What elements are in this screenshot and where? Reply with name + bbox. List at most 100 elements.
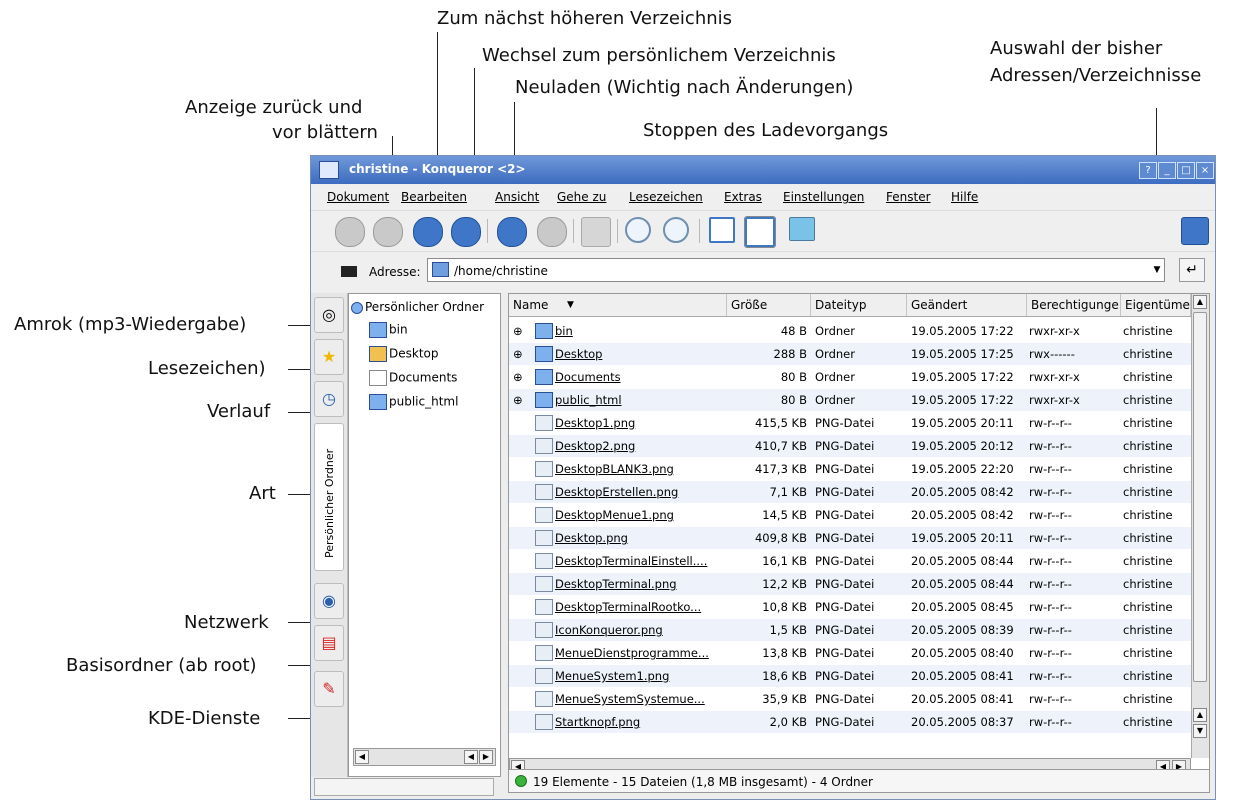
scroll-up-arrow[interactable]: ▲ [1193,708,1207,722]
file-name[interactable]: Desktop [555,347,725,361]
tree-root[interactable]: Persönlicher Ordner [351,300,484,314]
minimize-button[interactable]: _ [1158,162,1176,179]
home-folder-tab[interactable]: Persönlicher Ordner [314,423,344,571]
address-input[interactable]: /home/christine [427,258,1165,282]
expand-icon[interactable]: ⊕ [513,324,523,338]
table-row[interactable]: IconKonqueror.png 1,5 KB PNG-Datei 20.05.20… [509,619,1191,641]
icon-view-icon[interactable] [709,217,735,243]
back-icon[interactable] [335,217,365,247]
file-name[interactable]: DesktopMenue1.png [555,508,725,522]
zoom-in-icon[interactable] [625,217,651,243]
expand-icon[interactable]: ⊕ [513,393,523,407]
file-owner: christine [1123,462,1173,476]
file-name[interactable]: MenueSystemSystemue... [555,692,725,706]
title-bar[interactable]: christine - Konqueror <2> ? _ □ × [311,156,1215,184]
tree-item[interactable]: Documents [369,370,457,386]
home-icon[interactable] [451,217,481,247]
clear-address-icon[interactable] [341,266,357,277]
scrollbar-thumb[interactable] [1193,312,1207,682]
preview-icon[interactable] [789,217,815,241]
column-name[interactable]: Name [509,294,727,316]
go-button[interactable]: ↵ [1179,258,1205,282]
root-folder-icon[interactable]: ▤ [314,625,344,661]
expand-icon[interactable]: ⊕ [513,347,523,361]
table-row[interactable]: ⊕ bin 48 B Ordner 19.05.2005 17:22 rwxr-xr-x c… [509,320,1191,342]
file-name[interactable]: IconKonqueror.png [555,623,725,637]
table-row[interactable]: MenueSystem1.png 18,6 KB PNG-Datei 20.05.20… [509,665,1191,687]
column-permissions[interactable]: Berechtigunge [1027,294,1121,316]
scroll-down-arrow[interactable]: ▼ [1193,724,1207,738]
column-size[interactable]: Größe [727,294,811,316]
file-name[interactable]: DesktopErstellen.png [555,485,725,499]
menu-hilfe[interactable]: Hilfe [951,190,978,204]
scroll-right-arrow[interactable]: ▶ [479,750,493,764]
menu-lesezeichen[interactable]: Lesezeichen [629,190,703,204]
table-row[interactable]: DesktopErstellen.png 7,1 KB PNG-Datei 20.05… [509,481,1191,503]
help-button[interactable]: ? [1139,162,1157,179]
table-row[interactable]: DesktopTerminal.png 12,2 KB PNG-Datei 20.05… [509,573,1191,595]
file-name[interactable]: Desktop1.png [555,416,725,430]
scroll-left-arrow[interactable]: ◀ [355,750,369,764]
table-row[interactable]: Startknopf.png 2,0 KB PNG-Datei 20.05.2005 … [509,711,1191,733]
stop-icon[interactable] [537,217,567,247]
menu-dokument[interactable]: Dokument [327,190,389,204]
print-icon[interactable] [581,217,611,247]
close-button[interactable]: × [1196,162,1214,179]
maximize-button[interactable]: □ [1177,162,1195,179]
file-name[interactable]: DesktopTerminalRootko... [555,600,725,614]
table-row[interactable]: Desktop.png 409,8 KB PNG-Datei 19.05.2005 2… [509,527,1191,549]
file-name[interactable]: bin [555,324,725,338]
file-list-vertical-scrollbar[interactable]: ▲ ▲ ▼ [1191,294,1209,758]
table-row[interactable]: ⊕ Desktop 288 B Ordner 19.05.2005 17:25 rwx--… [509,343,1191,365]
tree-item[interactable]: public_html [369,394,458,410]
scroll-left-arrow[interactable]: ◀ [464,750,478,764]
column-type[interactable]: Dateityp [811,294,907,316]
menu-einstellungen[interactable]: Einstellungen [783,190,864,204]
column-modified[interactable]: Geändert [907,294,1027,316]
menu-ansicht[interactable]: Ansicht [495,190,539,204]
table-row[interactable]: ⊕ public_html 80 B Ordner 19.05.2005 17:22 rw… [509,389,1191,411]
scroll-up-arrow[interactable]: ▲ [1193,295,1207,309]
table-row[interactable]: Desktop1.png 415,5 KB PNG-Datei 19.05.2005 … [509,412,1191,434]
menu-bearbeiten[interactable]: Bearbeiten [401,190,467,204]
file-name[interactable]: Startknopf.png [555,715,725,729]
file-name[interactable]: Documents [555,370,725,384]
forward-icon[interactable] [373,217,403,247]
file-name[interactable]: DesktopTerminalEinstell.... [555,554,725,568]
kde-services-icon[interactable]: ✎ [314,671,344,707]
konqueror-gear-icon[interactable] [1181,217,1209,245]
menu-fenster[interactable]: Fenster [886,190,931,204]
detail-view-icon[interactable] [744,216,776,248]
address-history-dropdown[interactable]: ▼ [1149,259,1165,281]
file-name[interactable]: Desktop.png [555,531,725,545]
file-name[interactable]: public_html [555,393,725,407]
file-name[interactable]: MenueDienstprogramme... [555,646,725,660]
table-row[interactable]: MenueSystemSystemue... 35,9 KB PNG-Datei 20… [509,688,1191,710]
menu-extras[interactable]: Extras [724,190,762,204]
file-name[interactable]: DesktopBLANK3.png [555,462,725,476]
expand-icon[interactable]: ⊕ [513,370,523,384]
tree-item[interactable]: bin [369,322,408,338]
network-icon[interactable]: ◉ [314,583,344,619]
table-row[interactable]: DesktopMenue1.png 14,5 KB PNG-Datei 20.05.2… [509,504,1191,526]
table-row[interactable]: ⊕ Documents 80 B Ordner 19.05.2005 17:22 rwxr… [509,366,1191,388]
file-name[interactable]: MenueSystem1.png [555,669,725,683]
table-row[interactable]: DesktopBLANK3.png 417,3 KB PNG-Datei 19.05.… [509,458,1191,480]
bookmarks-icon[interactable]: ★ [314,339,344,375]
amarok-icon[interactable]: ◎ [314,297,344,333]
history-icon[interactable]: ◷ [314,381,344,417]
table-row[interactable]: DesktopTerminalRootko... 10,8 KB PNG-Datei… [509,596,1191,618]
zoom-out-icon[interactable] [663,217,689,243]
up-icon[interactable] [413,217,443,247]
column-owner[interactable]: Eigentüme [1121,294,1191,316]
folder-icon [369,322,387,338]
menu-gehe-zu[interactable]: Gehe zu [557,190,606,204]
tree-item[interactable]: Desktop [369,346,439,362]
file-name[interactable]: Desktop2.png [555,439,725,453]
reload-icon[interactable] [497,217,527,247]
file-name[interactable]: DesktopTerminal.png [555,577,725,591]
table-row[interactable]: Desktop2.png 410,7 KB PNG-Datei 19.05.2005 … [509,435,1191,457]
table-row[interactable]: MenueDienstprogramme... 13,8 KB PNG-Datei 2… [509,642,1191,664]
tree-horizontal-scrollbar[interactable]: ◀ ◀ ▶ [353,748,496,766]
table-row[interactable]: DesktopTerminalEinstell.... 16,1 KB PNG-Da… [509,550,1191,572]
